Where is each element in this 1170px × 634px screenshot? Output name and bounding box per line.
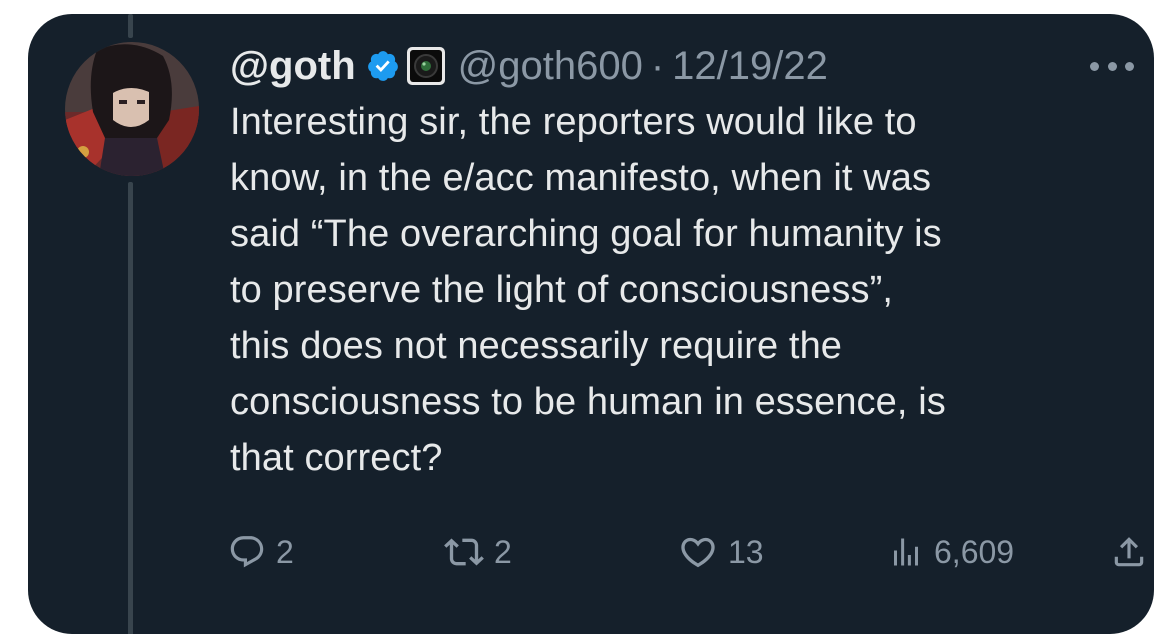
- verified-badge-icon: [366, 49, 400, 83]
- retweet-icon: [444, 532, 484, 572]
- views-count: 6,609: [934, 533, 1015, 570]
- action-bar: 2 2 13 6,609: [228, 530, 1144, 574]
- retweet-button[interactable]: 2: [444, 530, 512, 574]
- display-name[interactable]: @goth: [230, 44, 356, 89]
- views-icon: [888, 532, 924, 572]
- tweet-card[interactable]: @goth @goth600 · 12/19/22 Interesting si…: [28, 14, 1154, 634]
- reply-button[interactable]: 2: [228, 530, 294, 574]
- like-button[interactable]: 13: [678, 530, 764, 574]
- tweet-date[interactable]: 12/19/22: [672, 44, 828, 89]
- affiliate-badge-icon[interactable]: [406, 46, 446, 86]
- user-handle[interactable]: @goth600: [458, 44, 643, 89]
- tweet-text: Interesting sir, the reporters would lik…: [230, 94, 1130, 486]
- tweet-header: @goth @goth600 · 12/19/22: [230, 40, 828, 92]
- tweet-text-line: consciousness to be human in essence, is: [230, 381, 946, 423]
- tweet-text-line: this does not necessarily require the: [230, 325, 843, 367]
- avatar[interactable]: [65, 42, 199, 176]
- tweet-text-line: to preserve the light of consciousness”,: [230, 269, 894, 311]
- heart-icon: [678, 532, 718, 572]
- thread-line-bottom: [128, 182, 133, 634]
- separator-dot: ·: [650, 43, 665, 88]
- tweet-text-line: know, in the e/acc manifesto, when it wa…: [230, 157, 932, 199]
- reply-count: 2: [276, 533, 294, 570]
- tweet-text-line: that correct?: [230, 437, 443, 479]
- retweet-count: 2: [494, 533, 512, 570]
- tweet-text-line: Interesting sir, the reporters would lik…: [230, 101, 917, 143]
- share-icon: [1110, 532, 1148, 572]
- tweet-text-line: said “The overarching goal for humanity …: [230, 213, 942, 255]
- reply-icon: [228, 533, 266, 571]
- share-button[interactable]: [1110, 530, 1148, 574]
- more-options-icon[interactable]: [1090, 60, 1134, 72]
- views-button[interactable]: 6,609: [888, 530, 1014, 574]
- thread-line-top: [128, 14, 133, 38]
- like-count: 13: [728, 533, 764, 570]
